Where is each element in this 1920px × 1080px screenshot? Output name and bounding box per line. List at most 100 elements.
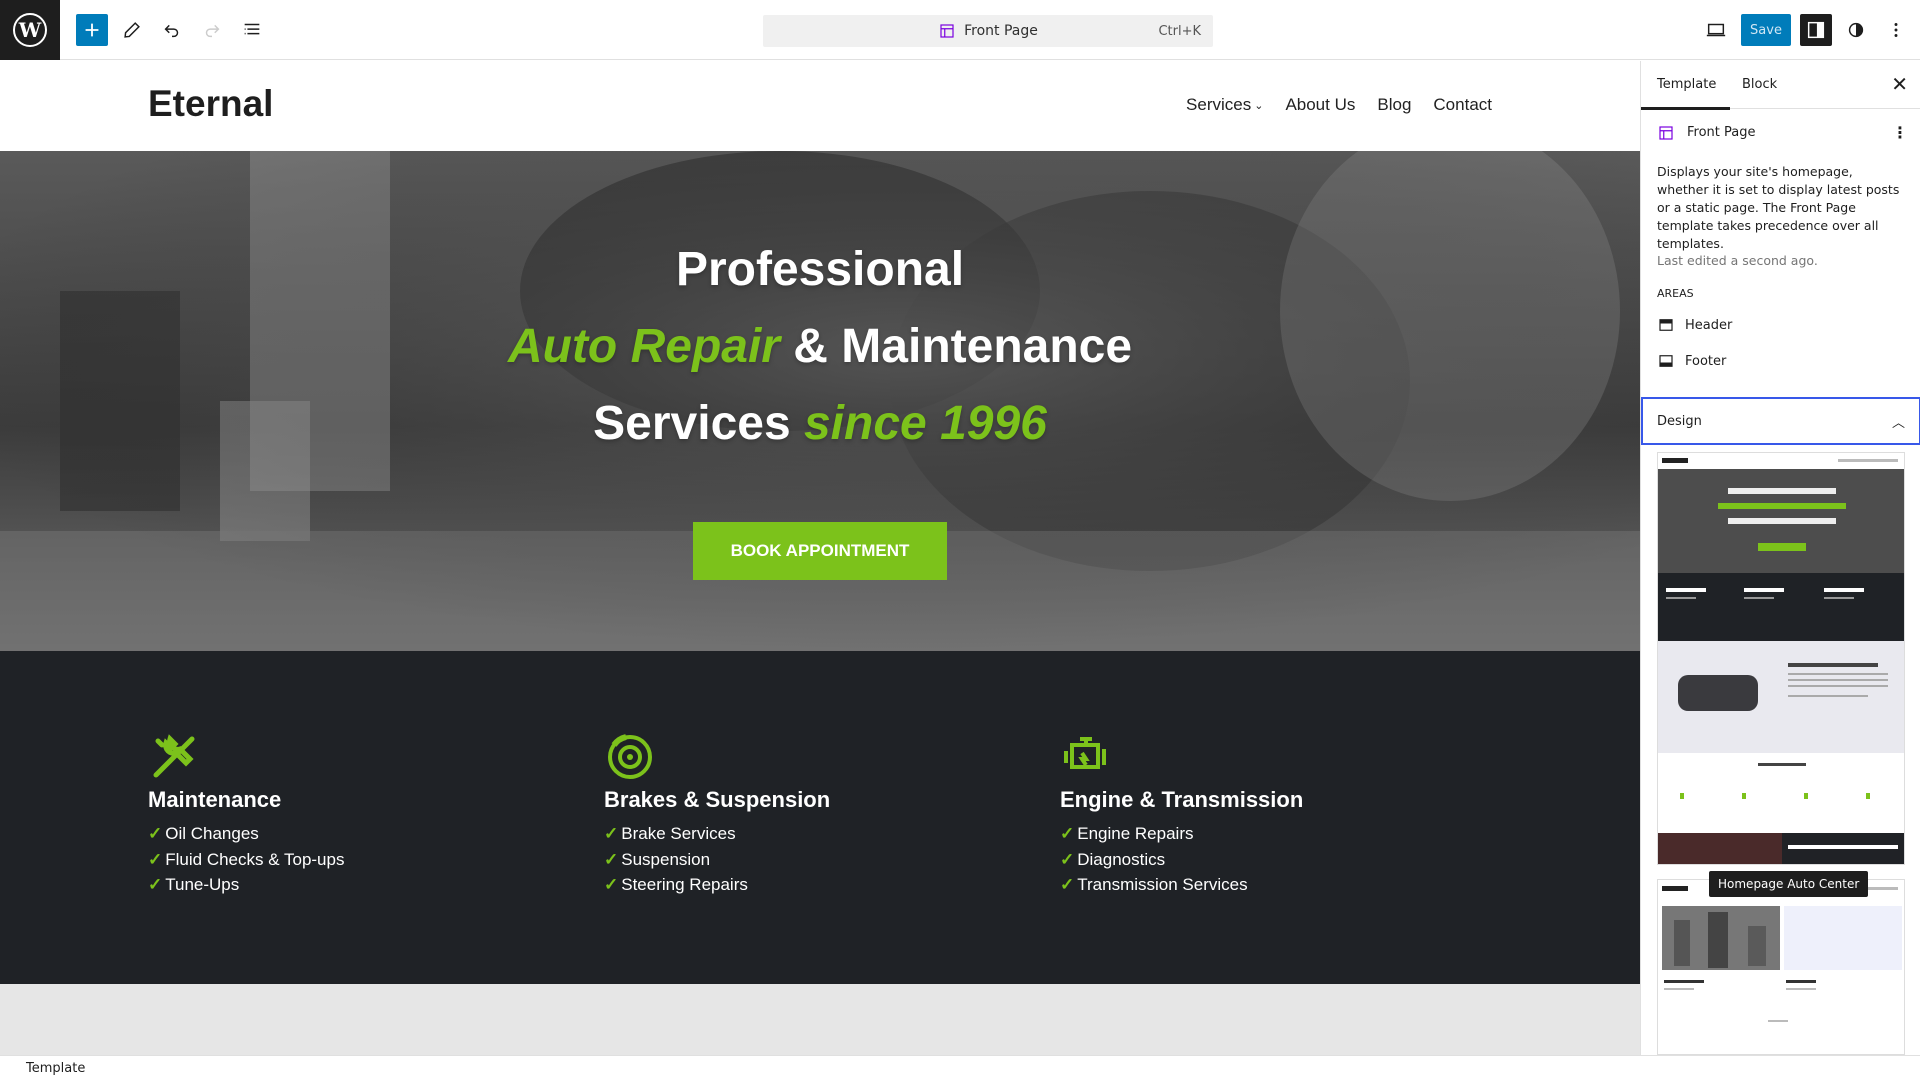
list-view-icon: [244, 23, 260, 35]
pattern-preview-image: [1658, 880, 1904, 1054]
hero-cover[interactable]: Professional Auto Repair & Maintenance S…: [0, 151, 1640, 651]
hero-line-1: Professional: [675, 243, 965, 296]
redo-icon: [205, 24, 220, 38]
preview-button[interactable]: [1700, 14, 1732, 46]
list-item: ✓ Suspension: [604, 847, 1024, 873]
list-item-text: Transmission Services: [1077, 875, 1248, 894]
nav-item-services[interactable]: Services ⌄: [1186, 95, 1263, 115]
service-title: Brakes & Suspension: [604, 787, 831, 812]
service-list: ✓ Oil Changes ✓ Fluid Checks & Top-ups ✓ Tu…: [148, 821, 568, 898]
breadcrumb-item-template[interactable]: Template: [26, 1061, 85, 1076]
check-icon: ✓: [148, 849, 163, 869]
design-panel-toggle[interactable]: Design ︿: [1641, 397, 1920, 445]
list-item: ✓ Transmission Services: [1060, 872, 1480, 898]
layout-icon: [1657, 124, 1675, 142]
command-palette-bar[interactable]: Front Page Ctrl+K: [763, 15, 1213, 47]
command-shortcut: Ctrl+K: [1158, 23, 1201, 39]
check-icon: ✓: [148, 824, 163, 843]
service-column-maintenance[interactable]: Maintenance ✓ Oil Changes ✓ Fluid Checks &…: [148, 731, 568, 898]
service-title: Maintenance: [148, 787, 282, 812]
header-icon: [1659, 319, 1673, 331]
pencil-icon: [124, 22, 140, 38]
template-card: Front Page ⋮: [1657, 123, 1908, 142]
list-item-text: Fluid Checks & Top-ups: [165, 849, 345, 869]
hero-heading[interactable]: Professional Auto Repair & Maintenance S…: [0, 231, 1640, 462]
services-section[interactable]: Maintenance ✓ Oil Changes ✓ Fluid Checks &…: [0, 651, 1640, 984]
site-title[interactable]: Eternal: [148, 83, 273, 125]
service-column-engine[interactable]: Engine & Transmission ✓ Engine Repairs ✓ D…: [1060, 731, 1480, 898]
hero-line-3-plain: Services: [593, 397, 804, 450]
service-column-brakes[interactable]: Brakes & Suspension ✓ Brake Services ✓ Sus…: [604, 731, 1024, 898]
list-item-text: Brake Services: [621, 824, 736, 843]
area-header-button[interactable]: Header: [1657, 316, 1732, 334]
editor-canvas[interactable]: Eternal Services⌄ About Us Blog Contact: [0, 61, 1640, 1055]
site-header[interactable]: Eternal Services ⌄ About Us Blog Contact: [0, 61, 1640, 151]
list-item-text: Steering Repairs: [621, 875, 748, 894]
document-overview-button[interactable]: [236, 14, 268, 46]
tools-button[interactable]: [116, 14, 148, 46]
wordpress-logo-button[interactable]: W: [0, 0, 60, 60]
list-item: ✓ Diagnostics: [1060, 847, 1480, 873]
check-icon: ✓: [604, 824, 619, 843]
hero-accent-auto-repair: Auto Repair: [507, 320, 780, 373]
block-breadcrumb: Template: [0, 1055, 1920, 1080]
service-list: ✓ Engine Repairs ✓ Diagnostics ✓ Transmissi…: [1060, 821, 1480, 898]
tab-template[interactable]: Template: [1641, 77, 1731, 110]
command-title: Front Page: [964, 23, 1038, 39]
wrench-screwdriver-icon: [148, 731, 200, 783]
chevron-down-icon: ⌄: [1254, 99, 1264, 112]
areas-heading: Areas: [1657, 287, 1694, 300]
layout-icon: [938, 22, 956, 40]
styles-button[interactable]: [1840, 14, 1872, 46]
hero-line-2-rest: & Maintenance: [779, 320, 1133, 373]
list-item-text: Oil Changes: [165, 824, 259, 843]
hero-line-3: Services since 1996: [0, 385, 1640, 462]
settings-button[interactable]: [1800, 14, 1832, 46]
options-button[interactable]: [1880, 14, 1912, 46]
brake-disc-icon: [604, 731, 656, 783]
settings-sidebar: Template Block ✕ Front Page ⋮ Displays y…: [1640, 61, 1920, 1055]
more-vertical-icon[interactable]: ⋮: [1892, 123, 1908, 142]
service-list: ✓ Brake Services ✓ Suspension ✓ Steering Re…: [604, 821, 1024, 898]
check-icon: ✓: [604, 849, 619, 869]
undo-icon: [164, 24, 179, 38]
list-item-text: Tune-Ups: [165, 875, 240, 894]
list-item-text: Engine Repairs: [1077, 824, 1194, 843]
more-vertical-icon: [1894, 23, 1898, 37]
pattern-preview-image: [1658, 453, 1904, 864]
pattern-preview-homepage-auto-center[interactable]: [1657, 452, 1905, 865]
area-footer-button[interactable]: Footer: [1657, 352, 1726, 370]
list-item: ✓ Brake Services: [604, 821, 1024, 847]
desktop-icon: [1706, 23, 1726, 37]
pattern-preview-blog[interactable]: [1657, 879, 1905, 1055]
site-navigation[interactable]: Services ⌄ About Us Blog Contact: [1186, 95, 1492, 115]
sidebar-tabs: Template Block ✕: [1641, 61, 1920, 110]
check-icon: ✓: [1060, 824, 1075, 843]
nav-item-blog[interactable]: Blog: [1377, 95, 1411, 115]
plus-icon: [85, 23, 99, 37]
nav-services-label: Services: [1186, 95, 1252, 114]
nav-item-about[interactable]: About Us: [1285, 95, 1355, 115]
undo-button[interactable]: [156, 14, 188, 46]
check-icon: ✓: [604, 875, 619, 894]
redo-button[interactable]: [196, 14, 228, 46]
template-name: Front Page: [1687, 125, 1756, 140]
add-block-button[interactable]: [76, 14, 108, 46]
close-icon[interactable]: ✕: [1891, 72, 1908, 96]
wordpress-icon: W: [13, 13, 47, 47]
service-title: Engine & Transmission: [1060, 787, 1304, 812]
sidebar-icon: [1807, 21, 1825, 39]
hero-accent-since: since 1996: [803, 397, 1047, 450]
chevron-up-icon: ︿: [1891, 415, 1905, 431]
pattern-tooltip: Homepage Auto Center: [1709, 871, 1869, 897]
tab-block[interactable]: Block: [1742, 77, 1777, 92]
list-item: ✓ Fluid Checks & Top-ups: [148, 847, 568, 873]
nav-item-contact[interactable]: Contact: [1433, 95, 1492, 115]
save-button[interactable]: Save: [1741, 14, 1791, 46]
area-header-label: Header: [1685, 317, 1733, 333]
book-appointment-button[interactable]: BOOK APPOINTMENT: [693, 522, 947, 580]
design-label: Design: [1657, 413, 1702, 429]
hero-line-2: Auto Repair & Maintenance: [0, 308, 1640, 385]
contrast-icon: [1848, 22, 1864, 38]
check-icon: ✓: [1060, 849, 1075, 869]
